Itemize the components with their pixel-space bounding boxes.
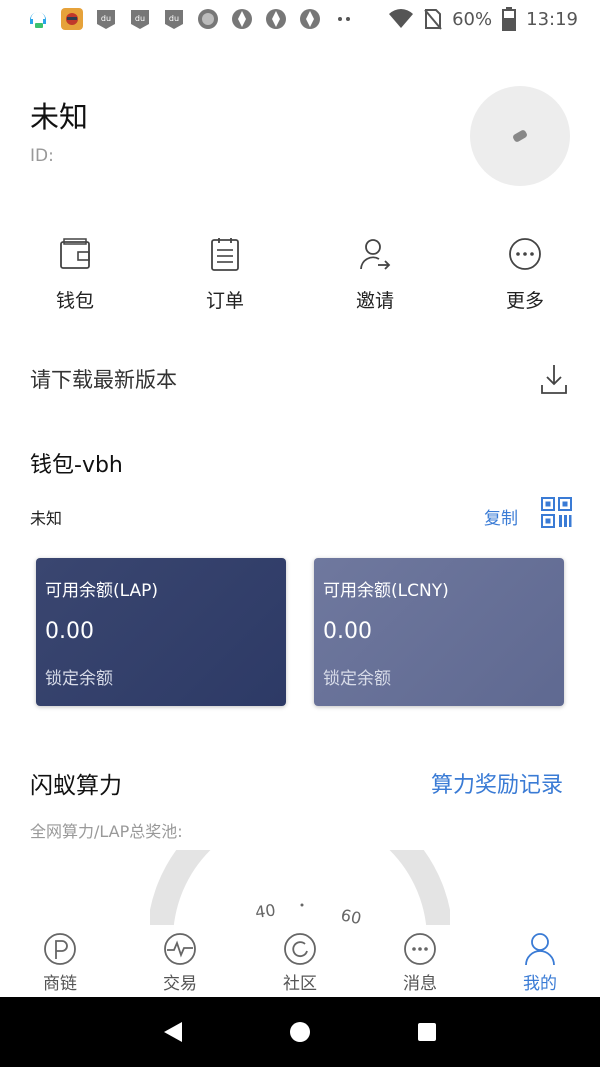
tab-label: 社区	[283, 974, 317, 994]
order-icon	[211, 238, 239, 271]
tab-label: 交易	[163, 974, 197, 994]
avatar-placeholder-icon	[511, 129, 529, 143]
compute-rewards-link[interactable]: 算力奖励记录	[431, 767, 563, 799]
tab-trade[interactable]: 交易	[120, 925, 240, 997]
nav-back-button[interactable]	[153, 1012, 193, 1052]
nav-home-button[interactable]	[280, 1012, 320, 1052]
quick-item-label: 邀请	[355, 290, 394, 312]
svg-text:du: du	[169, 14, 179, 23]
record-icon	[198, 9, 218, 29]
balance-card-lap[interactable]: 可用余额(LAP) 0.00 锁定余额	[36, 558, 286, 706]
battery-icon	[502, 7, 517, 31]
du-icon: du	[165, 10, 183, 29]
nav-recents-button[interactable]	[407, 1012, 447, 1052]
aperture-icon	[232, 9, 252, 29]
compute-subtitle: 全网算力/LAP总奖池:	[30, 822, 183, 841]
tab-label: 我的	[523, 974, 557, 994]
profile-id: ID:	[30, 146, 54, 166]
wallet-address: 未知	[30, 509, 63, 528]
battery-percent: 60%	[452, 8, 493, 30]
tab-label: 商链	[43, 974, 77, 994]
back-icon	[164, 1022, 183, 1042]
balance-card-lcny[interactable]: 可用余额(LCNY) 0.00 锁定余额	[314, 558, 564, 706]
quick-menu: 钱包 订单 邀请 更多	[0, 236, 600, 316]
qr-code-icon[interactable]	[541, 497, 572, 528]
headset-icon	[30, 12, 46, 28]
chain-icon	[44, 933, 76, 965]
tab-message[interactable]: 消息	[360, 925, 480, 997]
wifi-icon	[389, 9, 414, 28]
recents-icon	[417, 1023, 436, 1041]
card-lock-label: 锁定余额	[45, 669, 113, 689]
status-bar: du du du 60% 13:19	[0, 0, 600, 38]
dots-icon	[338, 17, 350, 21]
more-icon	[509, 238, 541, 270]
card-label: 可用余额(LCNY)	[323, 581, 449, 601]
svg-text:du: du	[135, 14, 145, 23]
quick-item-label: 钱包	[55, 290, 94, 312]
quick-item-more[interactable]: 更多	[450, 236, 600, 316]
card-value: 0.00	[323, 619, 372, 644]
profile-icon	[525, 933, 555, 966]
quick-item-wallet[interactable]: 钱包	[0, 236, 150, 316]
wallet-icon	[60, 238, 90, 269]
gauge-tick-label: 40	[254, 900, 277, 922]
download-latest-row[interactable]: 请下载最新版本	[30, 358, 570, 400]
card-lock-label: 锁定余额	[323, 669, 391, 689]
no-sim-icon	[424, 9, 442, 30]
download-icon	[541, 365, 567, 394]
aperture-icon	[300, 9, 320, 29]
community-icon	[284, 933, 316, 965]
invite-icon	[360, 239, 391, 270]
tab-chain[interactable]: 商链	[0, 925, 120, 997]
card-label: 可用余额(LAP)	[45, 581, 159, 601]
avatar[interactable]	[470, 86, 570, 186]
quick-item-order[interactable]: 订单	[150, 236, 300, 316]
du-icon: du	[97, 10, 115, 29]
du-icon: du	[131, 10, 149, 29]
tab-community[interactable]: 社区	[240, 925, 360, 997]
aperture-icon	[266, 9, 286, 29]
compute-title: 闪蚁算力	[30, 773, 122, 799]
quick-item-invite[interactable]: 邀请	[300, 236, 450, 316]
card-value: 0.00	[45, 619, 94, 644]
message-icon	[404, 933, 436, 965]
game-avatar-icon	[61, 8, 83, 30]
tab-label: 消息	[403, 974, 437, 994]
quick-item-label: 订单	[205, 290, 244, 312]
clock: 13:19	[526, 8, 578, 30]
copy-button[interactable]: 复制	[484, 504, 518, 529]
quick-item-label: 更多	[505, 290, 544, 312]
download-text: 请下载最新版本	[30, 368, 177, 392]
system-nav-bar	[0, 997, 600, 1067]
profile-name: 未知	[30, 100, 89, 134]
tab-profile[interactable]: 我的	[480, 925, 600, 997]
home-icon	[289, 1022, 310, 1042]
trade-icon	[164, 933, 196, 965]
bottom-tab-bar: 商链 交易 社区 消息 我的	[0, 925, 600, 997]
svg-text:du: du	[101, 14, 111, 23]
wallet-title: 钱包-vbh	[30, 453, 123, 478]
